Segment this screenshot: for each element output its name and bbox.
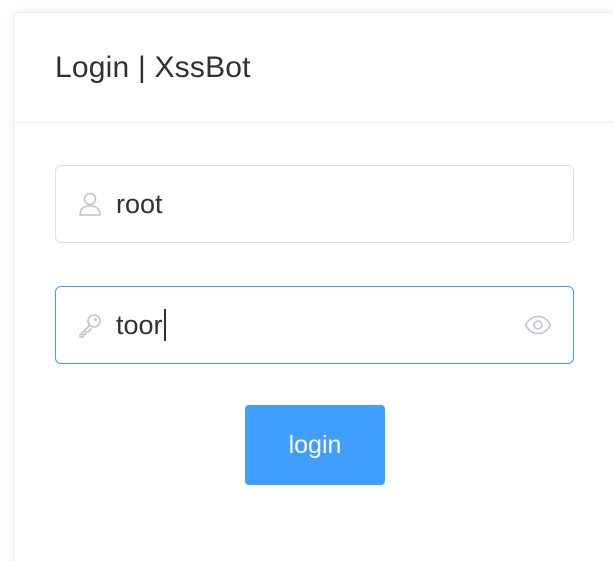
login-button[interactable]: login [245, 405, 385, 485]
username-input[interactable]: root [116, 189, 573, 220]
card-header: Login | XssBot [15, 13, 613, 123]
key-icon [76, 311, 104, 339]
login-page: Login | XssBot root toor login [0, 0, 613, 561]
password-value: toor [116, 309, 163, 340]
card-title: Login | XssBot [55, 50, 251, 84]
eye-icon[interactable] [523, 310, 553, 340]
username-field[interactable]: root [55, 165, 574, 243]
password-field[interactable]: toor [55, 286, 574, 364]
user-icon [76, 190, 104, 218]
login-card: Login | XssBot root toor login [14, 12, 613, 561]
password-input[interactable]: toor [116, 309, 523, 341]
text-caret [163, 309, 166, 341]
